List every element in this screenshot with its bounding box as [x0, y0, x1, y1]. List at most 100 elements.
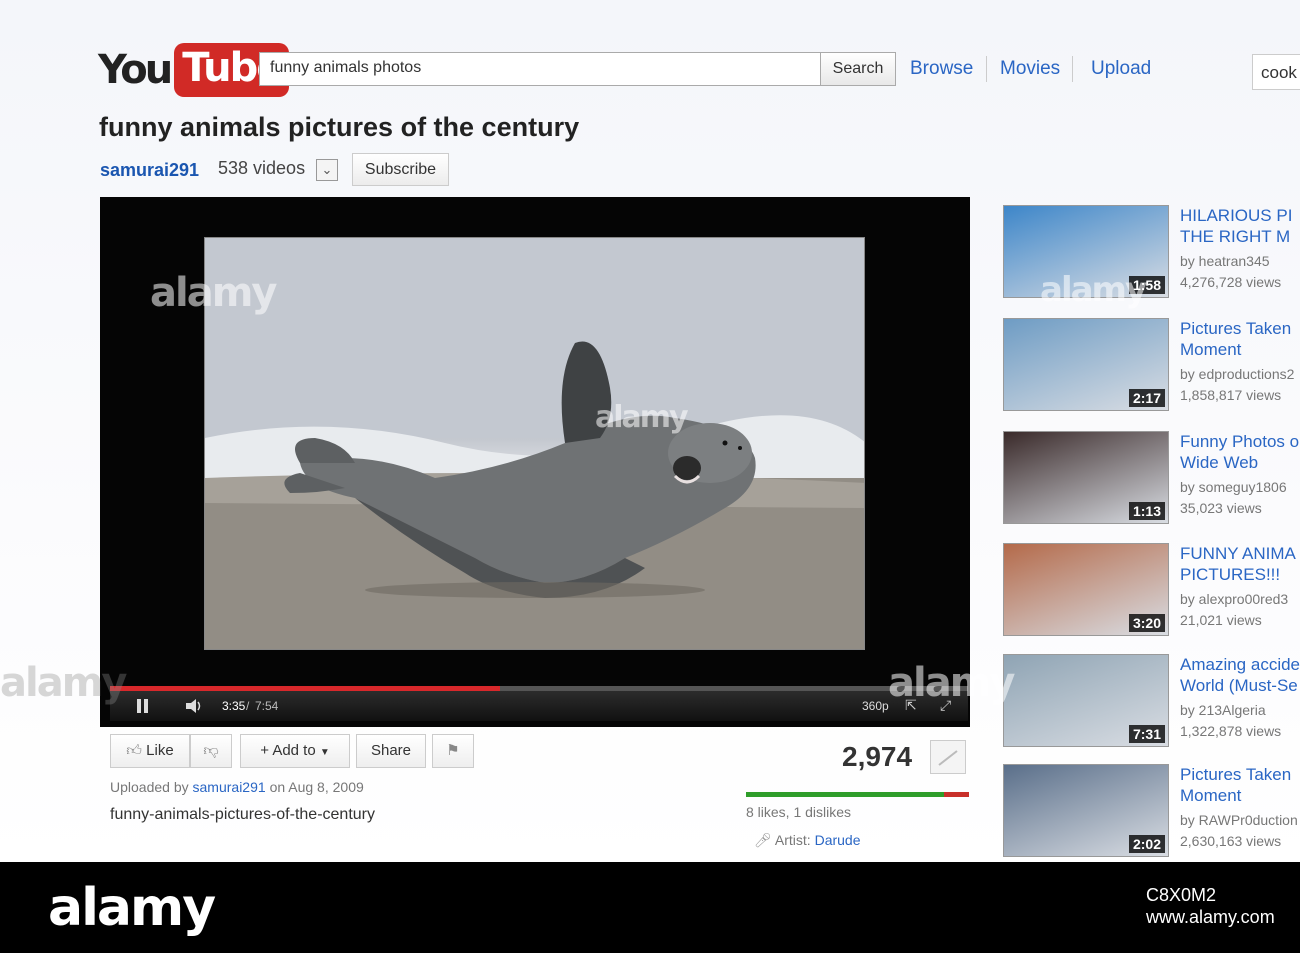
related-author: by someguy1806: [1180, 479, 1287, 495]
related-title-line: Amazing accide: [1180, 655, 1300, 674]
likes-count-text: 8 likes, 1 dislikes: [746, 804, 852, 820]
add-to-button[interactable]: + Add to ▼: [240, 734, 350, 768]
image-id: C8X0M2: [1146, 885, 1217, 905]
related-title[interactable]: Amazing accide World (Must-Se: [1180, 654, 1300, 696]
related-views: 4,276,728 views: [1180, 274, 1282, 290]
search-button[interactable]: Search: [820, 52, 896, 86]
related-views: 1,858,817 views: [1180, 387, 1282, 403]
related-title[interactable]: Pictures Taken Moment: [1180, 318, 1300, 360]
current-time: 3:35: [222, 699, 246, 713]
stock-site: www.alamy.com: [1146, 907, 1275, 927]
stock-logo: alamy: [48, 878, 216, 938]
related-author: by alexpro00red3: [1180, 591, 1289, 607]
related-duration: 1:13: [1128, 502, 1165, 520]
thumbs-down-icon: 👎︎: [203, 742, 219, 759]
share-button[interactable]: Share: [356, 734, 426, 768]
nav-divider: [986, 56, 987, 82]
account-menu[interactable]: cook: [1252, 54, 1300, 90]
watermark-text: alamy: [1040, 270, 1147, 310]
watermark-text: alamy: [0, 660, 127, 706]
stock-image-id: C8X0M2 www.alamy.com: [1146, 884, 1275, 928]
related-thumbnail[interactable]: 2:17: [1003, 318, 1169, 411]
upload-info: Uploaded by samurai291 on Aug 8, 2009: [110, 779, 364, 795]
thumbs-up-icon: 👍︎: [126, 742, 142, 759]
related-views: 1,322,878 views: [1180, 723, 1282, 739]
nav-upload-link[interactable]: Upload: [1091, 58, 1151, 80]
related-title[interactable]: FUNNY ANIMA PICTURES!!!: [1180, 543, 1300, 585]
related-title-line: HILARIOUS PI: [1180, 206, 1293, 225]
channel-link[interactable]: samurai291: [100, 160, 199, 181]
uploaded-by-label: Uploaded by: [110, 779, 189, 795]
related-title-line: Pictures Taken: [1180, 319, 1292, 338]
related-video-item[interactable]: 7:31 Amazing accide World (Must-Se by 213Al…: [1003, 654, 1300, 750]
related-title-line: FUNNY ANIMA: [1180, 544, 1296, 563]
related-title[interactable]: Funny Photos o Wide Web: [1180, 431, 1300, 473]
related-thumbnail[interactable]: 2:02: [1003, 764, 1169, 857]
volume-icon[interactable]: [184, 697, 204, 715]
related-thumbnail[interactable]: 1:13: [1003, 431, 1169, 524]
flag-icon: ⚑: [446, 742, 460, 759]
related-video-item[interactable]: 1:13 Funny Photos o Wide Web by someguy1806…: [1003, 431, 1300, 527]
view-count: 2,974: [842, 741, 913, 772]
related-duration: 2:02: [1128, 835, 1165, 853]
nav-divider: [1072, 56, 1073, 82]
related-views: 2,630,163 views: [1180, 833, 1282, 849]
related-author: by 213Algeria: [1180, 702, 1266, 718]
related-views: 21,021 views: [1180, 612, 1262, 628]
related-author: by edproductions2: [1180, 366, 1295, 382]
chevron-down-icon[interactable]: ⌄: [316, 159, 338, 181]
like-dislike-bar: [746, 792, 969, 797]
related-title-line: Moment: [1180, 340, 1242, 359]
artist-link[interactable]: Darude: [815, 832, 861, 848]
related-duration: 7:31: [1128, 725, 1165, 743]
related-thumbnail[interactable]: 7:31: [1003, 654, 1169, 747]
search-input[interactable]: funny animals photos: [259, 52, 821, 86]
flag-button[interactable]: ⚑: [432, 734, 474, 768]
related-title-line: Moment: [1180, 786, 1242, 805]
related-title-line: Wide Web: [1180, 453, 1259, 472]
related-duration: 3:20: [1128, 614, 1165, 632]
quality-button[interactable]: 360p: [862, 699, 889, 713]
related-author: by RAWPr0duction: [1180, 812, 1298, 828]
subscribe-button[interactable]: Subscribe: [352, 153, 449, 186]
related-title-line: World (Must-Se: [1180, 676, 1298, 695]
artist-info: 🎤︎ Artist: Darude: [754, 832, 861, 849]
related-video-item[interactable]: 3:20 FUNNY ANIMA PICTURES!!! by alexpro00re…: [1003, 543, 1300, 639]
watermark-text: alamy: [595, 400, 689, 435]
related-video-item[interactable]: 2:02 Pictures Taken Moment by RAWPr0duction…: [1003, 764, 1300, 860]
nav-movies-link[interactable]: Movies: [1000, 58, 1060, 80]
related-thumbnail[interactable]: 3:20: [1003, 543, 1169, 636]
dislike-button[interactable]: 👎︎: [190, 734, 232, 768]
like-button[interactable]: 👍︎ Like: [110, 734, 190, 768]
related-title-line: PICTURES!!!: [1180, 565, 1281, 584]
browser-screen: You Tube funny animals photos Search Bro…: [0, 0, 1300, 862]
nav-browse-link[interactable]: Browse: [910, 58, 973, 80]
like-label: Like: [146, 742, 174, 759]
add-to-label: Add to: [272, 742, 316, 759]
related-title-line: THE RIGHT M: [1180, 227, 1291, 246]
plus-icon: +: [260, 742, 269, 759]
likes-portion: [746, 792, 945, 797]
related-title-line: Funny Photos o: [1180, 432, 1300, 451]
pause-icon[interactable]: [136, 699, 150, 713]
video-frame-seal-photo[interactable]: [204, 237, 865, 650]
channel-video-count: 538 videos: [218, 158, 306, 178]
related-title[interactable]: Pictures Taken Moment: [1180, 764, 1300, 806]
related-title[interactable]: HILARIOUS PI THE RIGHT M: [1180, 205, 1300, 247]
seal-illustration: [205, 238, 864, 649]
time-separator: /: [246, 699, 250, 713]
logo-you-text: You: [98, 47, 173, 93]
microphone-icon: 🎤︎: [754, 832, 772, 848]
uploader-link[interactable]: samurai291: [193, 779, 266, 795]
artist-label: Artist:: [774, 832, 811, 848]
upload-date: on Aug 8, 2009: [269, 779, 364, 795]
watermark-text: alamy: [888, 660, 1015, 706]
related-views: 35,023 views: [1180, 500, 1262, 516]
related-duration: 2:17: [1128, 389, 1165, 407]
video-description: funny-animals-pictures-of-the-century: [110, 806, 375, 823]
stats-button[interactable]: [930, 740, 966, 774]
video-title: funny animals pictures of the century: [99, 112, 580, 142]
related-title-line: Pictures Taken: [1180, 765, 1292, 784]
related-author: by heatran345: [1180, 253, 1270, 269]
related-video-item[interactable]: 2:17 Pictures Taken Moment by edproductions…: [1003, 318, 1300, 414]
